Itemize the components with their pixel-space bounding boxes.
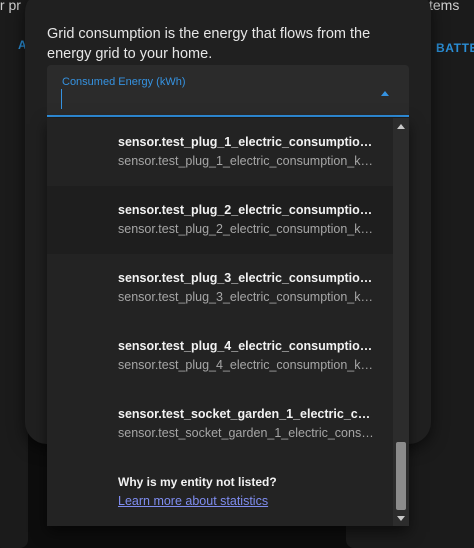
background-text-left: ır pr [0,0,21,13]
dialog-description: Grid consumption is the energy that flow… [47,26,371,62]
dropdown-footer: Why is my entity not listed? Learn more … [47,458,393,526]
list-item-secondary: sensor.test_socket_garden_1_electric_con… [118,426,376,440]
list-item[interactable]: sensor.test_plug_1_electric_consumption_… [47,118,393,186]
entity-dropdown-list: sensor.test_plug_1_electric_consumption_… [47,118,409,526]
list-item-primary: sensor.test_socket_garden_1_electric_con… [118,407,376,421]
scroll-down-arrow-icon[interactable] [397,516,405,521]
arrow-up-icon[interactable] [381,91,389,96]
list-item-secondary: sensor.test_plug_4_electric_consumption_… [118,358,376,372]
entity-not-listed-title: Why is my entity not listed? [118,475,277,489]
list-item[interactable]: sensor.test_plug_4_electric_consumption_… [47,322,393,390]
scrollbar-thumb[interactable] [396,442,406,510]
learn-more-statistics-link[interactable]: Learn more about statistics [118,494,268,508]
list-item-primary: sensor.test_plug_4_electric_consumption_… [118,339,376,353]
field-label: Consumed Energy (kWh) [62,76,186,88]
list-item-primary: sensor.test_plug_1_electric_consumption_… [118,135,376,149]
background-tab-battery[interactable]: BATTE [436,41,474,55]
scroll-up-arrow-icon[interactable] [397,124,405,129]
consumed-energy-input[interactable] [61,89,364,109]
list-item[interactable]: sensor.test_plug_3_electric_consumption_… [47,254,393,322]
list-item-secondary: sensor.test_plug_1_electric_consumption_… [118,154,376,168]
list-item[interactable]: sensor.test_socket_garden_1_electric_con… [47,390,393,458]
list-item-primary: sensor.test_plug_2_electric_consumption_… [118,203,376,217]
list-item[interactable]: sensor.test_plug_2_electric_consumption_… [47,186,393,254]
list-item-secondary: sensor.test_plug_2_electric_consumption_… [118,222,376,236]
dropdown-scrollbar[interactable] [393,118,409,526]
list-item-secondary: sensor.test_plug_3_electric_consumption_… [118,290,376,304]
consumed-energy-field[interactable]: Consumed Energy (kWh) [47,65,409,117]
background-card-left [0,0,28,548]
list-item-primary: sensor.test_plug_3_electric_consumption_… [118,271,376,285]
